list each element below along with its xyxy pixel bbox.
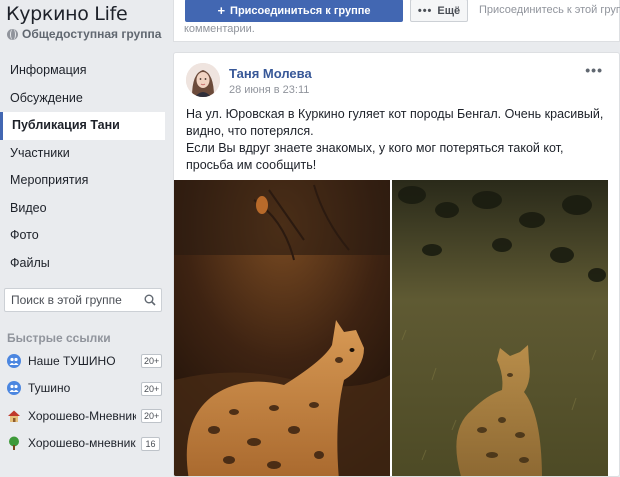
nav-item-files[interactable]: Файлы [0, 250, 168, 278]
nav-item-members[interactable]: Участники [0, 140, 168, 168]
tree-icon [7, 436, 21, 451]
post-date[interactable]: 28 июня в 23:11 [229, 84, 309, 96]
search-icon[interactable] [144, 294, 156, 306]
group-privacy: Общедоступная группа [7, 27, 161, 41]
more-button[interactable]: ••• Ещё [410, 0, 468, 22]
nav-item-photos[interactable]: Фото [0, 222, 168, 250]
quick-link-label: Хорошево-Мневники [28, 408, 136, 423]
post-photo[interactable] [392, 180, 608, 476]
post-text-line: Если Вы вдруг знаете знакомых, у кого мо… [186, 141, 564, 155]
quick-link-label: Наше ТУШИНО [28, 353, 116, 368]
group-nav: Информация Обсуждение Публикация Тани Уч… [0, 57, 168, 277]
group-action-bar: + Присоединиться к группе ••• Ещё Присое… [173, 0, 620, 42]
nav-item-post[interactable]: Публикация Тани [0, 112, 165, 140]
group-icon [7, 353, 21, 368]
nav-item-discussion[interactable]: Обсуждение [0, 85, 168, 113]
plus-icon: + [217, 3, 226, 18]
globe-icon [7, 28, 18, 40]
post-options-icon[interactable]: ••• [585, 62, 603, 78]
post-text-line: просьба им сообщить! [186, 158, 317, 172]
post-text: На ул. Юровская в Куркино гуляет кот пор… [186, 106, 611, 174]
quick-links-list: Наше ТУШИНО 20+ Тушино 20+ Хорошево-Мнев… [0, 347, 168, 457]
join-group-label: Присоединиться к группе [230, 4, 371, 17]
quick-link-badge: 16 [141, 436, 160, 451]
post-text-line: видно, что потерялся. [186, 124, 314, 138]
join-hint-text: Присоединитесь к этой группе [479, 4, 620, 16]
author-avatar[interactable] [186, 63, 220, 97]
nav-item-video[interactable]: Видео [0, 195, 168, 223]
join-group-button[interactable]: + Присоединиться к группе [185, 0, 403, 22]
group-title[interactable]: Куркино Life [6, 3, 128, 25]
quick-link-item[interactable]: Хорошево-мневники 16 [0, 430, 168, 458]
quick-links-title: Быстрые ссылки [7, 331, 111, 345]
left-sidebar: Куркино Life Общедоступная группа Информ… [0, 0, 168, 477]
quick-link-item[interactable]: Наше ТУШИНО 20+ [0, 347, 168, 375]
quick-link-item[interactable]: Хорошево-Мневники 20+ [0, 402, 168, 430]
quick-link-label: Тушино [28, 381, 71, 396]
group-search-input[interactable] [11, 293, 139, 307]
post-author[interactable]: Таня Молева [229, 66, 312, 81]
more-label: Ещё [437, 4, 461, 17]
nav-item-info[interactable]: Информация [0, 57, 168, 85]
nav-item-events[interactable]: Мероприятия [0, 167, 168, 195]
comments-hint-text: комментарии. [184, 23, 255, 35]
quick-link-badge: 20+ [141, 354, 163, 368]
group-icon [7, 381, 21, 396]
house-icon [7, 409, 21, 423]
group-privacy-label: Общедоступная группа [22, 27, 162, 41]
post-photo[interactable] [174, 180, 390, 476]
group-search [4, 288, 162, 312]
ellipsis-icon: ••• [417, 4, 433, 17]
post-text-line: На ул. Юровская в Куркино гуляет кот пор… [186, 107, 604, 121]
quick-link-badge: 20+ [141, 409, 163, 423]
quick-link-item[interactable]: Тушино 20+ [0, 375, 168, 403]
quick-link-label: Хорошево-мневники [28, 436, 136, 451]
quick-link-badge: 20+ [141, 381, 163, 396]
post-card: Таня Молева 28 июня в 23:11 ••• На ул. Ю… [173, 52, 620, 477]
